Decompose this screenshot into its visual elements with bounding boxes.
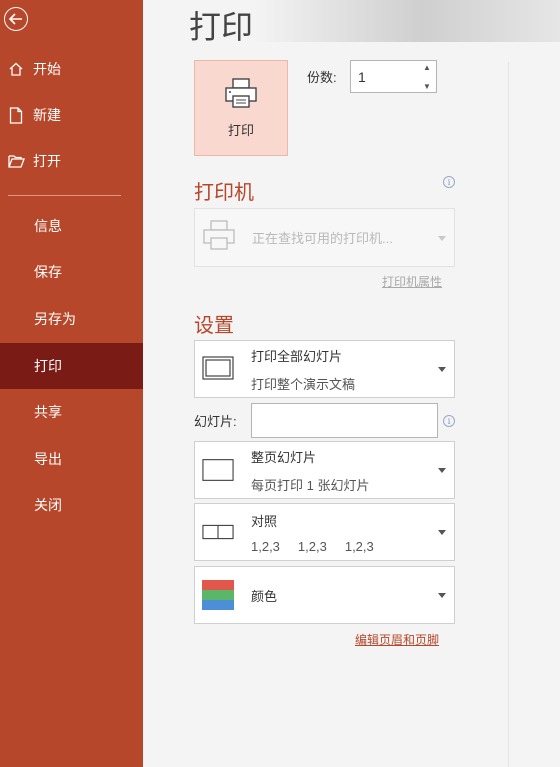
chevron-down-icon[interactable]: ▼ bbox=[423, 82, 431, 91]
header-backdrop bbox=[253, 0, 560, 42]
print-panel: 打印 打印 份数: ▲ ▼ 打印机 i bbox=[143, 0, 560, 767]
slides-input[interactable] bbox=[252, 404, 437, 437]
sidebar-item-label: 打开 bbox=[33, 153, 61, 169]
info-icon[interactable]: i bbox=[443, 176, 455, 188]
sidebar-item-new[interactable]: 新建 bbox=[0, 92, 143, 138]
sidebar-item-label: 导出 bbox=[34, 451, 62, 467]
print-button[interactable]: 打印 bbox=[194, 60, 288, 156]
layout-select[interactable]: 整页幻灯片 每页打印 1 张幻灯片 bbox=[194, 441, 455, 499]
print-range-title: 打印全部幻灯片 bbox=[251, 348, 343, 364]
preview-divider bbox=[508, 62, 509, 767]
print-range-select[interactable]: 打印全部幻灯片 打印整个演示文稿 bbox=[194, 340, 455, 398]
layout-title: 整页幻灯片 bbox=[251, 449, 317, 465]
print-button-label: 打印 bbox=[227, 123, 254, 138]
slides-field[interactable] bbox=[251, 403, 438, 438]
color-title: 颜色 bbox=[251, 588, 278, 604]
collate-title: 对照 bbox=[251, 513, 278, 529]
sidebar-item-label: 新建 bbox=[33, 107, 61, 123]
sidebar-item-label: 关闭 bbox=[34, 497, 62, 513]
collate-value: 1,2,3 bbox=[344, 538, 374, 554]
sidebar-item-share[interactable]: 共享 bbox=[0, 389, 143, 435]
info-icon[interactable]: i bbox=[443, 415, 455, 427]
sidebar-item-label: 开始 bbox=[33, 61, 61, 77]
sidebar-item-home[interactable]: 开始 bbox=[0, 46, 143, 92]
sidebar-item-label: 保存 bbox=[34, 264, 62, 280]
new-file-icon bbox=[7, 106, 25, 124]
sidebar-item-label: 共享 bbox=[34, 404, 62, 420]
chevron-down-icon bbox=[438, 236, 446, 241]
print-range-subtitle: 打印整个演示文稿 bbox=[251, 376, 356, 392]
color-select[interactable]: 颜色 bbox=[194, 566, 455, 624]
backstage-sidebar: 开始 新建 打开 信息 保存 另存为 打印 共享 导出 关闭 bbox=[0, 0, 143, 767]
open-folder-icon bbox=[7, 152, 25, 170]
home-icon bbox=[7, 60, 25, 78]
chevron-down-icon bbox=[438, 530, 446, 535]
sidebar-item-export[interactable]: 导出 bbox=[0, 436, 143, 482]
chevron-down-icon bbox=[438, 367, 446, 372]
sidebar-item-label: 打印 bbox=[34, 358, 62, 374]
layout-subtitle: 每页打印 1 张幻灯片 bbox=[251, 477, 370, 493]
sidebar-item-label: 信息 bbox=[34, 218, 62, 234]
slides-stack-icon bbox=[202, 356, 234, 382]
copies-spinner[interactable]: ▲ ▼ bbox=[420, 63, 434, 91]
collate-order: 1,2,3 1,2,3 1,2,3 bbox=[251, 539, 374, 554]
full-page-slide-icon bbox=[202, 458, 234, 482]
printer-status: 正在查找可用的打印机... bbox=[252, 231, 393, 246]
sidebar-item-open[interactable]: 打开 bbox=[0, 138, 143, 184]
chevron-down-icon bbox=[438, 593, 446, 598]
collate-value: 1,2,3 bbox=[297, 538, 327, 554]
copies-input[interactable] bbox=[351, 61, 411, 92]
chevron-down-icon bbox=[438, 468, 446, 473]
copies-stepper[interactable]: ▲ ▼ bbox=[350, 60, 437, 93]
printer-icon bbox=[224, 77, 258, 114]
settings-section-title: 设置 bbox=[194, 315, 234, 337]
copies-label: 份数: bbox=[307, 70, 337, 85]
sidebar-item-save-as[interactable]: 另存为 bbox=[0, 296, 143, 342]
collate-value: 1,2,3 bbox=[251, 538, 280, 554]
collate-icon bbox=[202, 524, 234, 540]
sidebar-divider bbox=[8, 195, 121, 196]
sidebar-item-print[interactable]: 打印 bbox=[0, 343, 143, 389]
collate-select[interactable]: 对照 1,2,3 1,2,3 1,2,3 bbox=[194, 503, 455, 561]
edit-header-footer-link[interactable]: 编辑页眉和页脚 bbox=[355, 631, 439, 648]
sidebar-item-save[interactable]: 保存 bbox=[0, 249, 143, 295]
printer-properties-link[interactable]: 打印机属性 bbox=[382, 273, 442, 290]
printer-section-title: 打印机 bbox=[194, 182, 254, 204]
printer-icon bbox=[202, 219, 236, 256]
printer-select[interactable]: 正在查找可用的打印机... bbox=[194, 208, 455, 267]
slides-label: 幻灯片: bbox=[194, 414, 237, 429]
color-swatch-icon bbox=[202, 580, 234, 610]
sidebar-item-close[interactable]: 关闭 bbox=[0, 482, 143, 528]
sidebar-item-info[interactable]: 信息 bbox=[0, 203, 143, 249]
chevron-up-icon[interactable]: ▲ bbox=[423, 63, 431, 72]
back-arrow-icon[interactable] bbox=[4, 7, 28, 31]
page-title: 打印 bbox=[189, 9, 254, 45]
sidebar-item-label: 另存为 bbox=[34, 311, 76, 327]
